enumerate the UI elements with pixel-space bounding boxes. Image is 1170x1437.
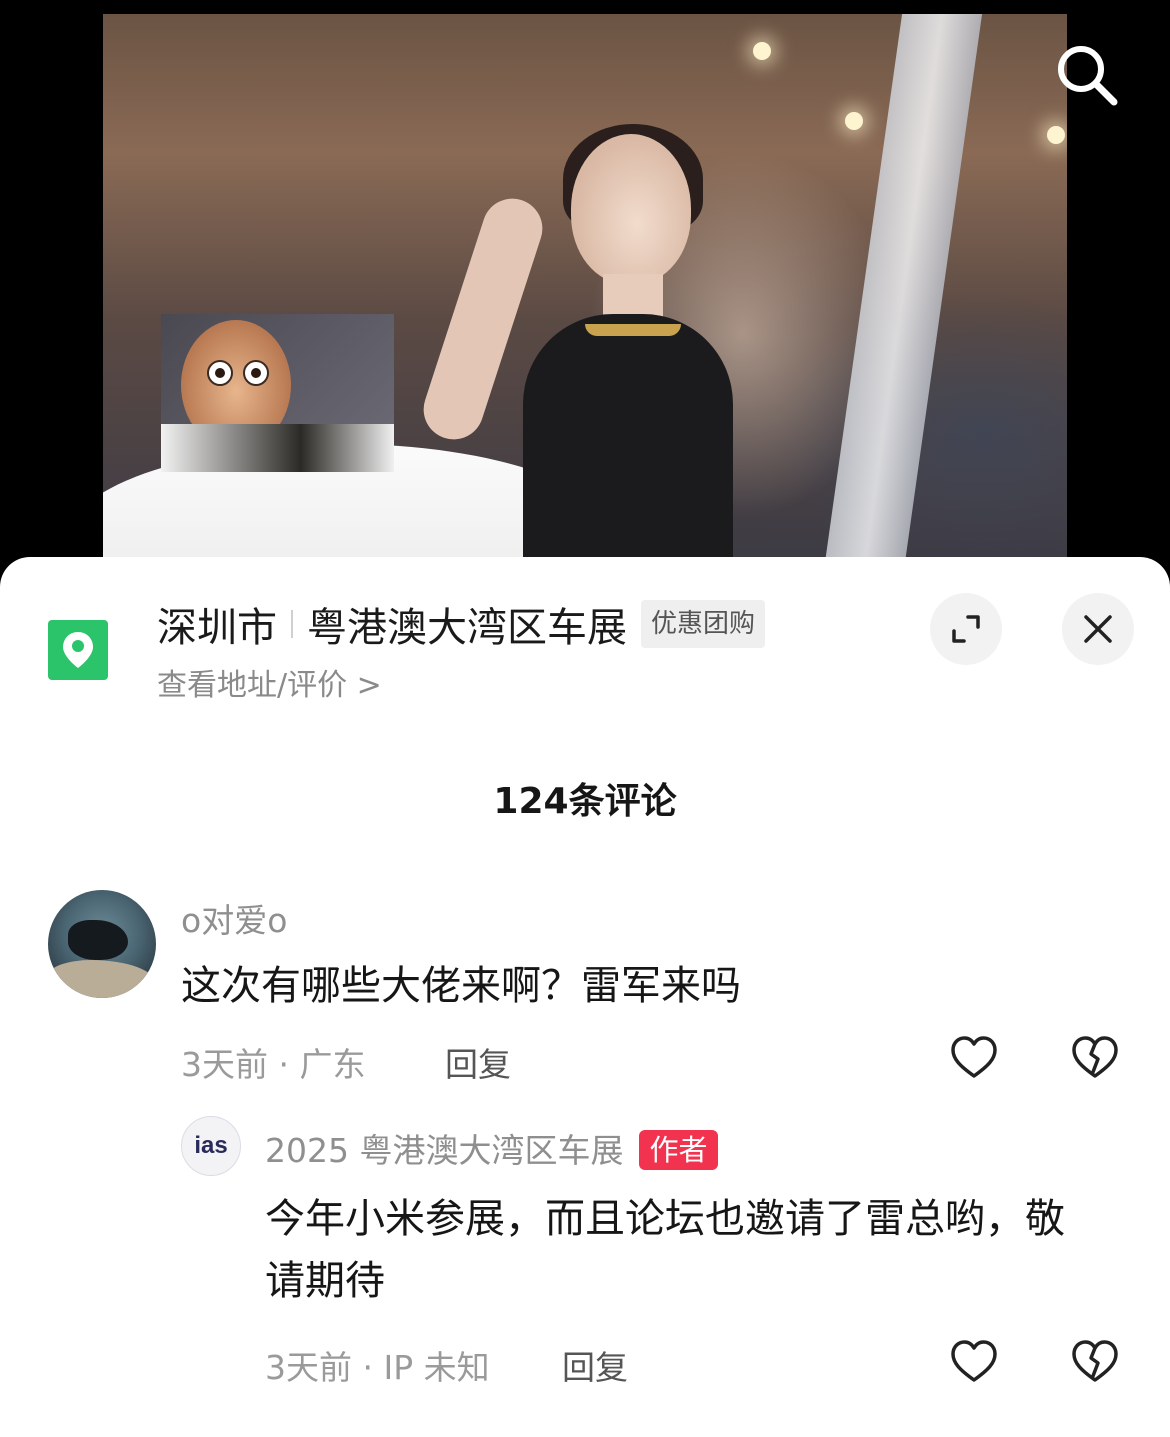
author-tag: 作者 bbox=[639, 1130, 718, 1170]
video-frame bbox=[103, 14, 1067, 570]
broken-heart-icon bbox=[1072, 1340, 1118, 1382]
location-pin-icon[interactable] bbox=[48, 620, 108, 680]
search-icon bbox=[1058, 46, 1118, 106]
reply-username[interactable]: 2025 粤港澳大湾区车展 bbox=[265, 1131, 623, 1170]
avatar[interactable]: ias bbox=[181, 1116, 241, 1176]
poi-title[interactable]: 深圳市 粤港澳大湾区车展 优惠团购 bbox=[157, 596, 766, 652]
reply-button[interactable]: 回复 bbox=[562, 1341, 628, 1389]
reply-button[interactable]: 回复 bbox=[445, 1038, 511, 1086]
model-figure bbox=[415, 124, 753, 570]
search-button[interactable] bbox=[1052, 40, 1122, 110]
comment-username[interactable]: o对爱o bbox=[181, 894, 287, 942]
title-divider bbox=[291, 610, 293, 638]
dislike-button[interactable] bbox=[1069, 1336, 1121, 1388]
heart-icon bbox=[951, 1340, 997, 1382]
poi-city: 深圳市 bbox=[157, 605, 277, 651]
expand-button[interactable] bbox=[930, 593, 1002, 665]
poi-name: 粤港澳大湾区车展 bbox=[307, 605, 627, 651]
comment-count-title: 124条评论 bbox=[493, 781, 677, 822]
group-buy-badge[interactable]: 优惠团购 bbox=[641, 600, 766, 648]
avatar-logo-text: ias bbox=[194, 1132, 228, 1159]
comment-text: 这次有哪些大佬来啊？雷军来吗 bbox=[181, 963, 741, 1009]
like-button[interactable] bbox=[948, 1032, 1000, 1084]
ceiling-light bbox=[753, 42, 771, 60]
heart-icon bbox=[951, 1036, 997, 1078]
background-pillar bbox=[823, 14, 983, 570]
reaction-sticker bbox=[161, 314, 394, 472]
close-button[interactable] bbox=[1062, 593, 1134, 665]
avatar[interactable] bbox=[48, 890, 156, 998]
ceiling-light bbox=[1047, 126, 1065, 144]
comment-meta: 3天前 · 广东 bbox=[181, 1045, 366, 1084]
reply-meta: 3天前 · IP 未知 bbox=[265, 1348, 490, 1387]
dislike-button[interactable] bbox=[1069, 1032, 1121, 1084]
ceiling-light bbox=[845, 112, 863, 130]
video-area[interactable] bbox=[0, 0, 1170, 570]
reply-username-row[interactable]: 2025 粤港澳大湾区车展 作者 bbox=[265, 1124, 718, 1172]
broken-heart-icon bbox=[1072, 1036, 1118, 1078]
reply-text: 今年小米参展，而且论坛也邀请了雷总哟，敬请期待 bbox=[265, 1196, 1065, 1304]
like-button[interactable] bbox=[948, 1336, 1000, 1388]
close-icon bbox=[1084, 615, 1112, 643]
expand-icon bbox=[952, 615, 980, 643]
poi-address-link[interactable]: 查看地址/评价 > bbox=[157, 660, 382, 704]
